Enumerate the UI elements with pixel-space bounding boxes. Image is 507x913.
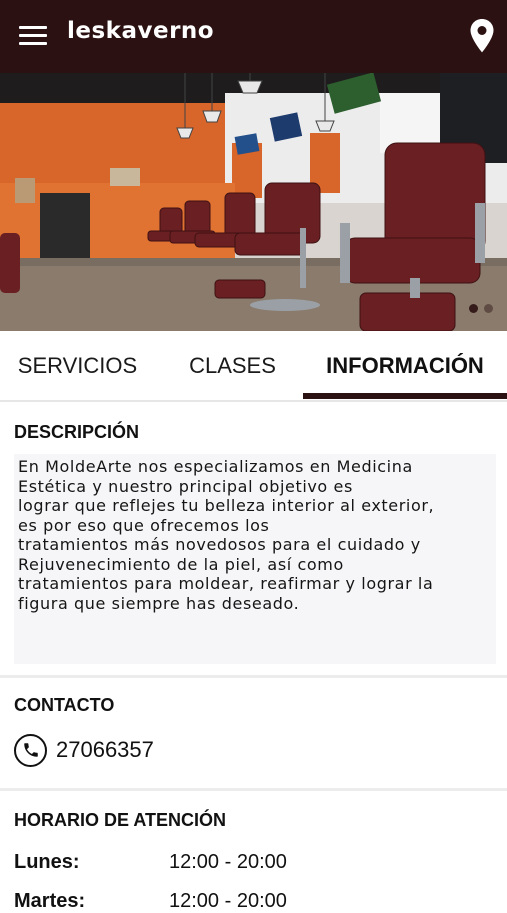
hero-carousel[interactable] xyxy=(0,73,507,331)
description-text: En MoldeArte nos especializamos en Medic… xyxy=(18,457,435,613)
description-title: DESCRIPCIÓN xyxy=(14,422,140,442)
barbershop-image xyxy=(0,73,507,331)
schedule-title: HORARIO DE ATENCIÓN xyxy=(14,810,227,830)
schedule-hours: 12:00 - 20:00 xyxy=(169,890,287,912)
carousel-dot[interactable] xyxy=(469,304,478,313)
tab-clases[interactable]: CLASES xyxy=(155,331,310,401)
carousel-dots xyxy=(469,304,493,313)
active-tab-indicator xyxy=(303,393,507,399)
phone-icon xyxy=(14,733,47,767)
schedule-day: Lunes: xyxy=(14,851,80,873)
location-pin-icon[interactable] xyxy=(469,18,495,54)
divider xyxy=(0,675,507,678)
tab-bar: SERVICIOS CLASES INFORMACIÓN xyxy=(0,331,507,401)
menu-icon[interactable] xyxy=(19,24,48,48)
divider xyxy=(0,788,507,791)
app-bar: leskaverno xyxy=(0,0,507,73)
contact-title: CONTACTO xyxy=(14,695,115,715)
tab-informacion[interactable]: INFORMACIÓN xyxy=(303,331,507,401)
schedule-day: Martes: xyxy=(14,890,86,912)
schedule-hours: 12:00 - 20:00 xyxy=(169,851,287,873)
phone-contact[interactable]: 27066357 xyxy=(14,731,154,769)
divider xyxy=(0,400,507,402)
phone-number[interactable]: 27066357 xyxy=(56,737,154,763)
app-title: leskaverno xyxy=(67,18,215,44)
tab-servicios[interactable]: SERVICIOS xyxy=(0,331,155,401)
carousel-dot[interactable] xyxy=(484,304,493,313)
